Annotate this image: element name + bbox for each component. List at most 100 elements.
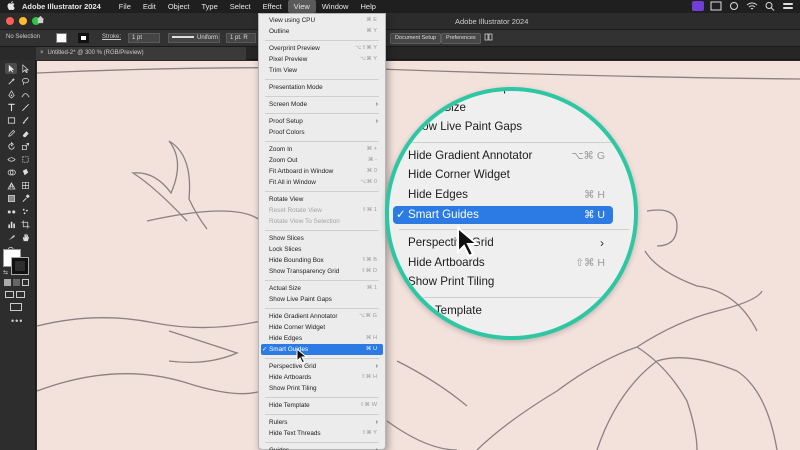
apple-icon[interactable] (0, 1, 22, 12)
menu-item-presentation-mode[interactable]: Presentation Mode (261, 82, 383, 93)
live-paint-tool-icon[interactable] (19, 167, 31, 178)
document-tab[interactable]: × Untitled-2* @ 300 % (RGB/Preview) (36, 47, 246, 60)
menu-item-trim-view[interactable]: Trim View (261, 65, 383, 76)
app-name-menu[interactable]: Adobe Illustrator 2024 (22, 2, 101, 11)
menu-select[interactable]: Select (224, 0, 257, 13)
menu-item-show-live-paint-gaps[interactable]: Show Live Paint Gaps (261, 294, 383, 305)
perspective-grid-tool-icon[interactable] (5, 180, 17, 191)
color-mode-icon[interactable] (4, 279, 11, 286)
menu-item-view-using-cpu[interactable]: View using CPU ⌘ E (261, 15, 383, 26)
magnified-item-hide-edges: Hide Edges ⌘ H (393, 186, 613, 204)
variable-width-profile[interactable]: Uniform (168, 33, 220, 43)
menu-item-actual-size[interactable]: Actual Size ⌘ 1 (261, 283, 383, 294)
menu-item-guides[interactable]: Guides› (261, 445, 383, 450)
direct-selection-tool-icon[interactable] (19, 63, 31, 74)
symbol-sprayer-tool-icon[interactable] (19, 206, 31, 217)
menu-item-proof-setup[interactable]: Proof Setup › (261, 116, 383, 127)
eraser-tool-icon[interactable] (19, 128, 31, 139)
menu-item-zoom-out[interactable]: Zoom Out ⌘ - (261, 155, 383, 166)
fill-swatch[interactable] (56, 33, 67, 43)
menu-item-show-slices[interactable]: Show Slices (261, 233, 383, 244)
menu-item-smart-guides[interactable]: ✓ Smart Guides ⌘ U (261, 344, 383, 355)
menu-item-hide-edges[interactable]: Hide Edges ⌘ H (261, 333, 383, 344)
magic-wand-tool-icon[interactable] (5, 76, 17, 87)
menu-file[interactable]: File (113, 0, 137, 13)
menu-item-show-transparency-grid[interactable]: Show Transparency Grid ⇧⌘ D (261, 266, 383, 277)
menu-item-pixel-preview[interactable]: Pixel Preview ⌥⌘ Y (261, 54, 383, 65)
menu-item-screen-mode[interactable]: Screen Mode › (261, 99, 383, 110)
close-window-icon[interactable] (6, 17, 14, 25)
rectangle-tool-icon[interactable] (5, 115, 17, 126)
menu-item-fit-artboard-in-window[interactable]: Fit Artboard in Window ⌘ 0 (261, 166, 383, 177)
menu-item-zoom-in[interactable]: Zoom In ⌘ + (261, 144, 383, 155)
document-setup-button[interactable]: Document Setup (390, 33, 441, 44)
swap-fill-stroke-icon[interactable]: ⇆ (3, 269, 8, 276)
preferences-button[interactable]: Preferences (441, 33, 481, 44)
minimize-window-icon[interactable] (19, 17, 27, 25)
menu-item-fit-all-in-window[interactable]: Fit All in Window ⌥⌘ 0 (261, 177, 383, 188)
close-tab-icon[interactable]: × (40, 50, 44, 56)
gradient-tool-icon[interactable] (5, 193, 17, 204)
menu-item-rulers[interactable]: Rulers › (261, 417, 383, 428)
menu-type[interactable]: Type (196, 0, 224, 13)
menu-item-proof-colors[interactable]: Proof Colors (261, 127, 383, 138)
paintbrush-tool-icon[interactable] (19, 115, 31, 126)
menu-item-rotate-view[interactable]: Rotate View (261, 194, 383, 205)
draw-normal-icon[interactable] (5, 291, 14, 298)
menu-object[interactable]: Object (162, 0, 196, 13)
type-tool-icon[interactable] (5, 102, 17, 113)
menu-item-hide-text-threads[interactable]: Hide Text Threads ⇧⌘ Y (261, 428, 383, 439)
rotate-tool-icon[interactable] (5, 141, 17, 152)
search-icon[interactable] (764, 1, 776, 11)
stroke-color-box[interactable] (11, 257, 29, 275)
free-transform-tool-icon[interactable] (19, 154, 31, 165)
pen-tool-icon[interactable] (5, 89, 17, 100)
edit-toolbar-icon[interactable]: ••• (11, 316, 23, 326)
selection-tool-icon[interactable] (5, 63, 17, 74)
blend-tool-icon[interactable] (5, 206, 17, 217)
dropbox-icon[interactable] (710, 1, 722, 11)
hand-tool-icon[interactable] (19, 232, 31, 243)
stroke-swatch[interactable] (78, 33, 89, 43)
menu-item-hide-artboards[interactable]: Hide Artboards ⇧⌘ H (261, 372, 383, 383)
slice-tool-icon[interactable] (5, 232, 17, 243)
menu-effect[interactable]: Effect (257, 0, 288, 13)
curvature-tool-icon[interactable] (19, 89, 31, 100)
menu-window[interactable]: Window (316, 0, 355, 13)
menu-item-overprint-preview[interactable]: Overprint Preview ⌥⇧⌘ Y (261, 43, 383, 54)
lasso-tool-icon[interactable] (19, 76, 31, 87)
width-tool-icon[interactable] (5, 154, 17, 165)
control-center-icon[interactable] (782, 1, 794, 11)
stroke-weight-field[interactable]: 1 pt (128, 33, 160, 43)
menu-item-hide-template[interactable]: Hide Template ⇧⌘ W (261, 400, 383, 411)
menu-item-lock-slices[interactable]: Lock Slices (261, 244, 383, 255)
draw-behind-icon[interactable] (16, 291, 25, 298)
none-mode-icon[interactable] (22, 279, 29, 286)
eyedropper-tool-icon[interactable] (19, 193, 31, 204)
column-graph-tool-icon[interactable] (5, 219, 17, 230)
creative-cloud-icon[interactable] (728, 1, 740, 11)
menu-view[interactable]: View (287, 0, 316, 13)
screen-record-icon[interactable] (692, 1, 704, 11)
mesh-tool-icon[interactable] (19, 180, 31, 191)
pencil-tool-icon[interactable] (5, 128, 17, 139)
line-tool-icon[interactable] (19, 102, 31, 113)
stroke-label[interactable]: Stroke: (102, 34, 121, 40)
artboard-tool-icon[interactable] (19, 219, 31, 230)
shape-builder-tool-icon[interactable] (5, 167, 17, 178)
scale-tool-icon[interactable] (19, 141, 31, 152)
gradient-mode-icon[interactable] (13, 279, 20, 286)
menu-item-hide-bounding-box[interactable]: Hide Bounding Box ⇧⌘ B (261, 255, 383, 266)
arrange-documents-icon[interactable] (484, 32, 494, 44)
menu-item-hide-corner-widget[interactable]: Hide Corner Widget (261, 322, 383, 333)
home-icon[interactable] (36, 15, 45, 27)
brush-definition[interactable]: 1 pt. R (226, 33, 256, 43)
menu-item-outline[interactable]: Outline ⌘ Y (261, 26, 383, 37)
menu-item-show-print-tiling[interactable]: Show Print Tiling (261, 383, 383, 394)
wifi-icon[interactable] (746, 1, 758, 11)
menu-item-hide-gradient-annotator[interactable]: Hide Gradient Annotator ⌥⌘ G (261, 311, 383, 322)
menu-edit[interactable]: Edit (137, 0, 162, 13)
screen-mode-icon[interactable] (10, 303, 22, 311)
menu-help[interactable]: Help (354, 0, 381, 13)
menu-item-perspective-grid[interactable]: Perspective Grid › (261, 361, 383, 372)
